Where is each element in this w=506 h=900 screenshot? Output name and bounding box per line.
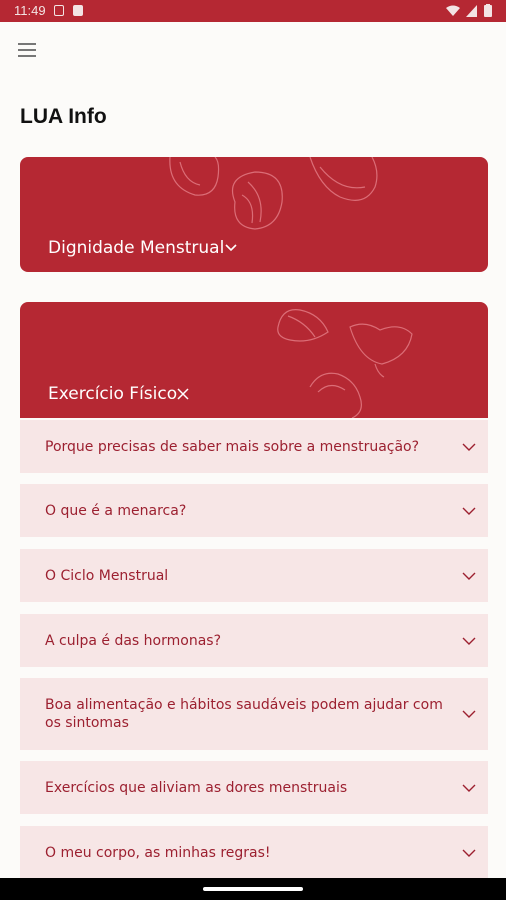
status-bar: 11:49 [0,0,506,22]
menu-icon[interactable] [18,43,36,59]
faq-item[interactable]: O meu corpo, as minhas regras! [20,826,488,879]
faq-item[interactable]: A culpa é das hormonas? [20,614,488,667]
category-title: Exercício Físico [48,384,178,404]
close-icon[interactable] [177,388,189,400]
chevron-down-icon [462,507,476,515]
wifi-icon [446,5,460,16]
notification-icon [54,5,64,16]
faq-question: O que é a menarca? [45,502,187,519]
category-card-exercicio-fisico[interactable]: Exercício Físico [20,302,488,418]
sim-card-icon [73,5,83,16]
faq-item[interactable]: O que é a menarca? [20,484,488,537]
category-label: Dignidade Menstrual [48,238,238,258]
category-label: Exercício Físico [48,384,189,404]
chevron-down-icon [462,637,476,645]
chevron-down-icon [462,849,476,857]
chevron-down-icon [462,710,476,718]
faq-item[interactable]: Boa alimentação e hábitos saudáveis pode… [20,678,488,750]
signal-icon [466,4,477,17]
faq-question: A culpa é das hormonas? [45,632,222,649]
faq-question: O meu corpo, as minhas regras! [45,844,271,861]
category-title: Dignidade Menstrual [48,238,225,258]
chevron-down-icon[interactable] [224,243,238,253]
status-time: 11:49 [14,3,46,18]
status-icons [446,4,492,17]
faq-item[interactable]: Exercícios que aliviam as dores menstrua… [20,761,488,814]
chevron-down-icon [462,784,476,792]
faq-question: Porque precisas de saber mais sobre a me… [45,438,420,455]
faq-item[interactable]: O Ciclo Menstrual [20,549,488,602]
faq-item[interactable]: Porque precisas de saber mais sobre a me… [20,420,488,473]
chevron-down-icon [462,572,476,580]
category-card-dignidade-menstrual[interactable]: Dignidade Menstrual [20,157,488,272]
home-gesture-handle[interactable] [203,887,303,891]
faq-question: Exercícios que aliviam as dores menstrua… [45,779,348,796]
chevron-down-icon [462,443,476,451]
battery-icon [484,4,492,17]
system-navigation-bar [0,878,506,900]
faq-question: O Ciclo Menstrual [45,567,169,584]
faq-question: Boa alimentação e hábitos saudáveis pode… [45,697,443,731]
page-title: LUA Info [20,105,107,128]
